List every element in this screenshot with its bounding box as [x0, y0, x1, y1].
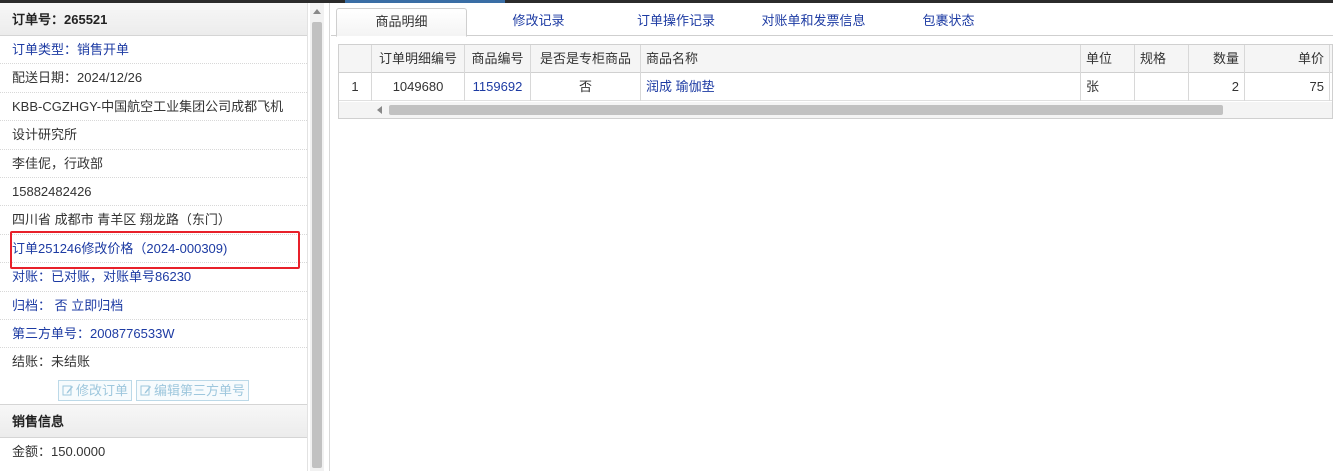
left-scrollbar[interactable]	[310, 3, 324, 471]
cell-spec	[1135, 73, 1189, 101]
tab-modification-log[interactable]: 修改记录	[496, 8, 581, 36]
edit-third-party-button[interactable]: 编辑第三方单号	[136, 379, 250, 401]
scroll-left-arrow-icon[interactable]	[377, 106, 382, 114]
grid-horizontal-scrollbar[interactable]	[339, 102, 1332, 118]
edit-order-button[interactable]: 修改订单	[57, 379, 132, 401]
column-header-quantity[interactable]: 数量	[1189, 45, 1245, 73]
order-action-buttons: 修改订单 编辑第三方单号	[0, 377, 307, 405]
company-name-line1: KBB-CGZHGY-中国航空工业集团公司成都飞机	[0, 93, 307, 122]
horizontal-scrollbar-thumb[interactable]	[389, 105, 1223, 115]
row-index: 1	[339, 73, 372, 101]
annotation-highlight-box	[10, 231, 300, 269]
table-row[interactable]: 1 1049680 1159692 否 润成 瑜伽垫 张 2 75	[339, 73, 1332, 101]
sales-amount: 金额：150.0000	[12, 443, 106, 459]
cell-unit-price: 75	[1245, 73, 1330, 101]
grid-header: 订单明细编号 商品编号 是否是专柜商品 商品名称 单位 规格 数量 单价	[339, 45, 1332, 73]
cell-detail-id: 1049680	[372, 73, 465, 101]
column-header-spec[interactable]: 规格	[1135, 45, 1189, 73]
cell-unit: 张	[1081, 73, 1135, 101]
tab-order-operation-log[interactable]: 订单操作记录	[621, 8, 731, 36]
column-header-product-id[interactable]: 商品编号	[465, 45, 531, 73]
detail-tabs: 商品明细 修改记录 订单操作记录 对账单和发票信息 包裹状态	[331, 3, 1333, 37]
column-header-counter-product[interactable]: 是否是专柜商品	[531, 45, 641, 73]
column-header-unit[interactable]: 单位	[1081, 45, 1135, 73]
archive-status[interactable]: 归档： 否 立即归档	[0, 292, 307, 320]
phone-number: 15882482426	[0, 178, 307, 207]
order-info-panel: 订单号：265521 订单类型：销售开单 配送日期：2024/12/26 KBB…	[0, 3, 330, 471]
tab-product-details[interactable]: 商品明细	[336, 8, 467, 37]
column-header-index	[339, 45, 372, 73]
third-party-order-number[interactable]: 第三方单号：2008776533W	[0, 320, 307, 349]
scroll-up-arrow-icon[interactable]	[313, 9, 321, 14]
sales-info-header: 销售信息	[0, 404, 307, 438]
edit-third-party-label: 编辑第三方单号	[154, 382, 246, 398]
delivery-date: 配送日期：2024/12/26	[0, 64, 307, 93]
cell-product-id-link[interactable]: 1159692	[465, 73, 531, 101]
order-detail-panel: 商品明细 修改记录 订单操作记录 对账单和发票信息 包裹状态 订单明细编号 商品…	[331, 3, 1333, 471]
edit-icon	[140, 385, 151, 396]
column-header-unit-price[interactable]: 单价	[1245, 45, 1330, 73]
edit-icon	[62, 385, 73, 396]
order-number-header: 订单号：265521	[0, 3, 307, 36]
order-type[interactable]: 订单类型：销售开单	[0, 36, 307, 65]
tab-package-status[interactable]: 包裹状态	[906, 8, 991, 36]
contact-person: 李佳伲，行政部	[0, 150, 307, 178]
product-detail-grid: 订单明细编号 商品编号 是否是专柜商品 商品名称 单位 规格 数量 单价 1 1…	[338, 44, 1333, 119]
cell-counter-product: 否	[531, 73, 641, 101]
scrollbar-thumb[interactable]	[312, 22, 322, 468]
settlement-status: 结账：未结账	[12, 354, 91, 370]
cell-quantity: 2	[1189, 73, 1245, 101]
tab-statement-invoice[interactable]: 对账单和发票信息	[751, 8, 876, 36]
cell-product-name-link[interactable]: 润成 瑜伽垫	[641, 73, 1081, 101]
column-header-detail-id[interactable]: 订单明细编号	[372, 45, 465, 73]
column-header-product-name[interactable]: 商品名称	[641, 45, 1081, 73]
edit-order-label: 修改订单	[75, 382, 128, 398]
company-name-line2: 设计研究所	[0, 121, 307, 150]
